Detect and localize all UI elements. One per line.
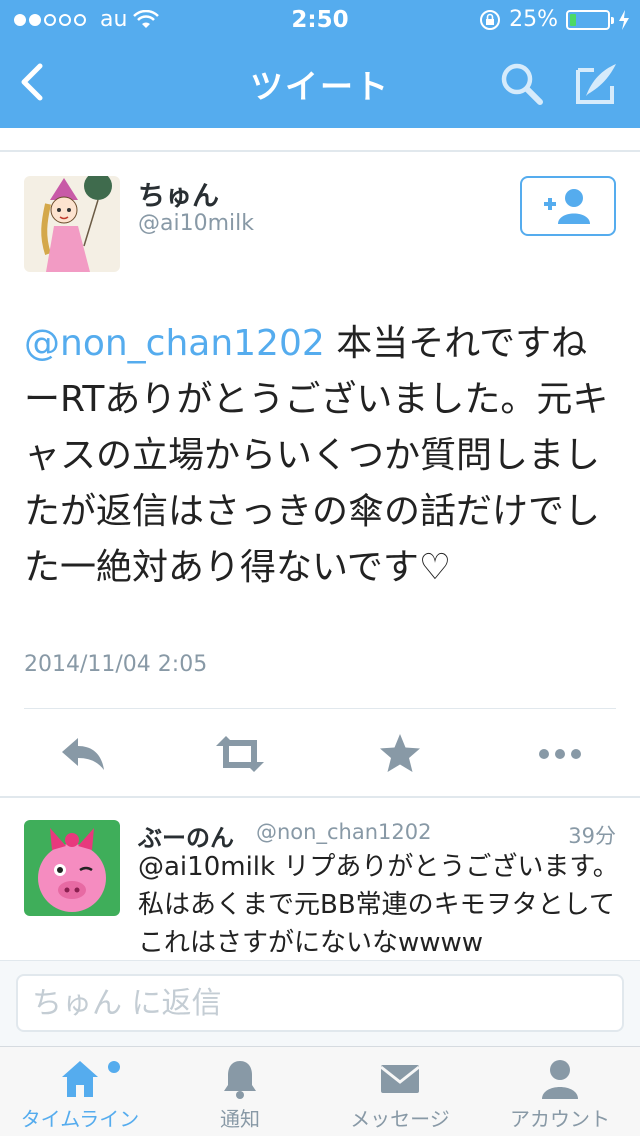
tweet-text: @non_chan1202 本当それですねーRTありがとうございました。元キャス… — [24, 316, 620, 596]
tab-label: アカウント — [510, 1107, 610, 1131]
avatar-drawing — [24, 176, 120, 272]
tab-messages[interactable]: メッセージ — [320, 1047, 480, 1136]
more-icon[interactable] — [532, 728, 588, 780]
reply-mention-link[interactable]: @ai10milk — [138, 852, 275, 882]
tab-label: タイムライン — [20, 1107, 140, 1131]
status-right: 25% — [479, 7, 630, 32]
divider — [24, 708, 616, 709]
battery-level — [570, 13, 576, 26]
tab-notifications[interactable]: 通知 — [160, 1047, 320, 1136]
tab-account[interactable]: アカウント — [480, 1047, 640, 1136]
tweet-timestamp: 2014/11/04 2:05 — [24, 652, 208, 677]
app-header: au 2:50 25% ツイート — [0, 0, 640, 128]
follow-button[interactable] — [520, 176, 616, 236]
reply-author-avatar[interactable] — [24, 820, 120, 916]
compose-tweet-icon[interactable] — [572, 60, 620, 108]
status-bar: au 2:50 25% — [0, 0, 640, 40]
page: au 2:50 25% ツイート ちゅん @ai10milk @non_chan… — [0, 0, 640, 1136]
tab-label: 通知 — [220, 1107, 260, 1131]
favorite-star-icon[interactable] — [372, 728, 428, 780]
reply-author-screen-name: @non_chan1202 — [256, 820, 432, 844]
person-icon — [542, 1060, 578, 1099]
charging-bolt-icon — [619, 9, 629, 30]
avatar-drawing — [24, 820, 120, 916]
divider — [0, 796, 640, 798]
reply-input[interactable] — [16, 974, 624, 1032]
new-items-indicator — [108, 1061, 120, 1073]
tweet-mention-link[interactable]: @non_chan1202 — [24, 323, 325, 364]
bell-icon — [224, 1061, 256, 1099]
battery-percent: 25% — [509, 7, 558, 32]
retweet-icon[interactable] — [212, 728, 268, 780]
reply-time-ago: 39分 — [568, 824, 616, 848]
rotation-lock-icon — [480, 9, 501, 30]
author-avatar[interactable] — [24, 176, 120, 272]
battery-icon — [566, 9, 614, 30]
divider — [0, 150, 640, 152]
tab-bar: タイムライン 通知 メッセージ アカウント — [0, 1046, 640, 1136]
add-user-icon — [544, 189, 590, 224]
reply-text: @ai10milk リプありがとうございます。私はあくまで元BB常連のキモヲタと… — [138, 848, 620, 960]
home-icon — [62, 1061, 98, 1097]
author-display-name[interactable]: ちゅん — [138, 174, 219, 213]
tab-timeline[interactable]: タイムライン — [0, 1047, 160, 1136]
author-screen-name[interactable]: @ai10milk — [138, 211, 254, 236]
envelope-icon — [380, 1065, 420, 1093]
reply-icon[interactable] — [56, 728, 112, 780]
tab-label: メッセージ — [350, 1107, 450, 1131]
search-icon[interactable] — [498, 60, 546, 108]
